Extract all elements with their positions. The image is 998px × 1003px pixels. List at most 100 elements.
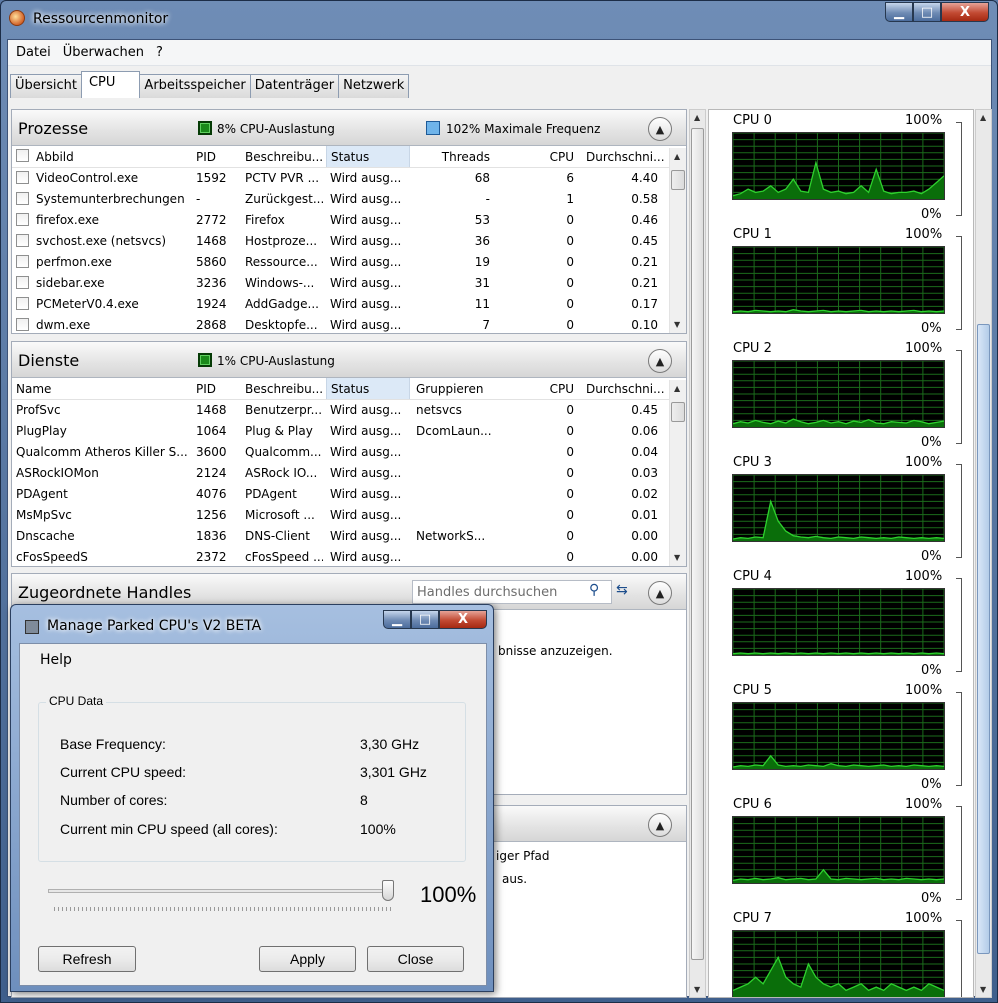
refresh-icon[interactable]: ⇆ xyxy=(616,582,628,598)
services-scroll-thumb[interactable] xyxy=(671,402,685,422)
menu-help[interactable]: ? xyxy=(156,45,163,60)
green-square-icon xyxy=(198,121,212,135)
table-cell: 0 xyxy=(566,445,574,459)
col-status[interactable]: Status xyxy=(326,378,410,399)
processes-table-header: Abbild PID Beschreibu... Status Threads … xyxy=(12,146,686,168)
row-checkbox[interactable] xyxy=(16,234,29,247)
table-row[interactable]: dwm.exe 2868 Desktopfe... Wird ausg... 7 0 0.1… xyxy=(12,315,686,334)
dialog-minimize-button[interactable]: ▁ xyxy=(383,610,411,629)
table-row[interactable]: ASRockIOMon 2124 ASRock IO... Wird ausg... 0… xyxy=(12,463,686,484)
row-checkbox[interactable] xyxy=(16,213,29,226)
table-cell: 1592 xyxy=(196,171,227,185)
processes-header[interactable]: Prozesse 8% CPU-Auslastung 102% Maximale… xyxy=(12,110,686,146)
table-row[interactable]: ProfSvc 1468 Benutzerpr... Wird ausg... nets… xyxy=(12,400,686,421)
row-checkbox[interactable] xyxy=(16,297,29,310)
services-scrollbar[interactable]: ▲ ▼ xyxy=(669,380,686,566)
modules-hint: aus. xyxy=(502,872,528,886)
modules-col-path[interactable]: iger Pfad xyxy=(496,849,550,863)
scroll-up-arrow-icon[interactable]: ▲ xyxy=(694,113,700,122)
row-checkbox[interactable] xyxy=(16,255,29,268)
table-row[interactable]: Qualcomm Atheros Killer S... 3600 Qualcomm… xyxy=(12,442,686,463)
table-row[interactable]: Systemunterbrechungen - Zurückgest... Wird … xyxy=(12,189,686,210)
table-row[interactable]: PDAgent 4076 PDAgent Wird ausg... 0 0.02 xyxy=(12,484,686,505)
col-abbild[interactable]: Abbild xyxy=(36,150,186,164)
row-checkbox[interactable] xyxy=(16,192,29,205)
apply-button[interactable]: Apply xyxy=(259,946,356,972)
collapse-services-button[interactable]: ▲ xyxy=(648,349,672,373)
maximize-button[interactable]: □ xyxy=(913,2,941,22)
table-row[interactable]: VideoControl.exe 1592 PCTV PVR ... Wird aus… xyxy=(12,168,686,189)
table-row[interactable]: PCMeterV0.4.exe 1924 AddGadge... Wird ausg.… xyxy=(12,294,686,315)
col-name[interactable]: Name xyxy=(16,382,186,396)
collapse-modules-button[interactable]: ▲ xyxy=(648,813,672,837)
scroll-up-arrow-icon[interactable]: ▲ xyxy=(674,152,680,161)
min-cpu-slider-thumb[interactable] xyxy=(382,880,394,901)
services-header[interactable]: Dienste 1% CPU-Auslastung ▲ xyxy=(12,342,686,378)
scroll-up-arrow-icon[interactable]: ▲ xyxy=(980,113,986,122)
collapse-processes-button[interactable]: ▲ xyxy=(648,117,672,141)
tab-network[interactable]: Netzwerk xyxy=(338,74,410,98)
minimize-button[interactable]: ▁ xyxy=(885,2,913,22)
menu-datei[interactable]: Datei xyxy=(16,45,51,60)
dialog-maximize-button[interactable]: □ xyxy=(411,610,439,629)
close-dialog-button[interactable]: Close xyxy=(367,946,464,972)
usage-line xyxy=(732,652,945,655)
table-row[interactable]: Dnscache 1836 DNS-Client Wird ausg... Networ… xyxy=(12,526,686,547)
processes-scroll-thumb[interactable] xyxy=(671,170,685,190)
tab-overview[interactable]: Übersicht xyxy=(10,74,82,98)
tab-disk[interactable]: Datenträger xyxy=(249,74,340,98)
search-icon[interactable]: ⚲ xyxy=(589,582,599,598)
table-row[interactable]: PlugPlay 1064 Plug & Play Wird ausg... DcomL… xyxy=(12,421,686,442)
cpu-usage-chart xyxy=(732,588,945,656)
select-all-checkbox[interactable] xyxy=(16,149,29,162)
col-pid[interactable]: PID xyxy=(196,382,241,396)
handles-title: Zugeordnete Handles xyxy=(18,583,192,602)
col-threads[interactable]: Threads xyxy=(412,150,490,164)
row-checkbox[interactable] xyxy=(16,171,29,184)
min-cpu-slider-track[interactable] xyxy=(48,889,394,893)
col-avg-cpu[interactable]: Durchschni... xyxy=(586,382,666,396)
table-row[interactable]: firefox.exe 2772 Firefox Wird ausg... 53 0 0.4… xyxy=(12,210,686,231)
left-pane-scroll-thumb[interactable] xyxy=(691,128,704,960)
table-cell: - xyxy=(485,192,490,206)
col-status[interactable]: Status xyxy=(326,146,410,167)
tab-memory[interactable]: Arbeitsspeicher xyxy=(139,74,251,98)
dialog-close-button[interactable]: X xyxy=(439,610,487,629)
cpu-name: CPU 7 xyxy=(733,911,772,926)
processes-scrollbar[interactable]: ▲ ▼ xyxy=(669,148,686,333)
menu-help[interactable]: Help xyxy=(40,652,72,668)
scroll-down-arrow-icon[interactable]: ▼ xyxy=(980,985,986,994)
col-description[interactable]: Beschreibu... xyxy=(245,150,325,164)
graphs-scroll-thumb[interactable] xyxy=(977,324,990,954)
scroll-down-arrow-icon[interactable]: ▼ xyxy=(674,320,680,329)
left-pane-scrollbar[interactable]: ▲ ▼ xyxy=(689,109,706,998)
col-pid[interactable]: PID xyxy=(196,150,241,164)
col-cpu[interactable]: CPU xyxy=(512,150,574,164)
table-row[interactable]: perfmon.exe 5860 Ressource... Wird ausg... 1… xyxy=(12,252,686,273)
table-cell: dwm.exe xyxy=(36,318,91,332)
col-cpu[interactable]: CPU xyxy=(512,382,574,396)
col-avg-cpu[interactable]: Durchschni... xyxy=(586,150,666,164)
row-checkbox[interactable] xyxy=(16,318,29,331)
scroll-up-arrow-icon[interactable]: ▲ xyxy=(674,384,680,393)
graphs-scrollbar[interactable]: ▲ ▼ xyxy=(975,109,992,998)
row-checkbox[interactable] xyxy=(16,276,29,289)
scroll-down-arrow-icon[interactable]: ▼ xyxy=(694,985,700,994)
table-cell: sidebar.exe xyxy=(36,276,105,290)
col-description[interactable]: Beschreibu... xyxy=(245,382,325,396)
scroll-down-arrow-icon[interactable]: ▼ xyxy=(674,553,680,562)
tab-cpu[interactable]: CPU xyxy=(80,71,141,98)
table-cell: 11 xyxy=(474,297,490,311)
table-row[interactable]: cFosSpeedS 2372 cFosSpeed ... Wird ausg... 0… xyxy=(12,547,686,566)
close-button[interactable]: X xyxy=(941,2,989,22)
table-row[interactable]: sidebar.exe 3236 Windows-... Wird ausg... 31… xyxy=(12,273,686,294)
col-group[interactable]: Gruppieren xyxy=(416,382,500,396)
services-table-header: Name PID Beschreibu... Status Gruppieren… xyxy=(12,378,686,400)
refresh-button[interactable]: Refresh xyxy=(38,946,136,972)
table-row[interactable]: svchost.exe (netsvcs) 1468 Hostproze... Wir… xyxy=(12,231,686,252)
title-bar[interactable]: Ressourcenmonitor ▁ □ X xyxy=(1,1,997,35)
handles-search-input[interactable]: Handles durchsuchen xyxy=(412,580,612,604)
menu-ueberwachen[interactable]: Überwachen xyxy=(63,45,144,60)
collapse-handles-button[interactable]: ▲ xyxy=(648,581,672,605)
table-row[interactable]: MsMpSvc 1256 Microsoft ... Wird ausg... 0 0.0… xyxy=(12,505,686,526)
